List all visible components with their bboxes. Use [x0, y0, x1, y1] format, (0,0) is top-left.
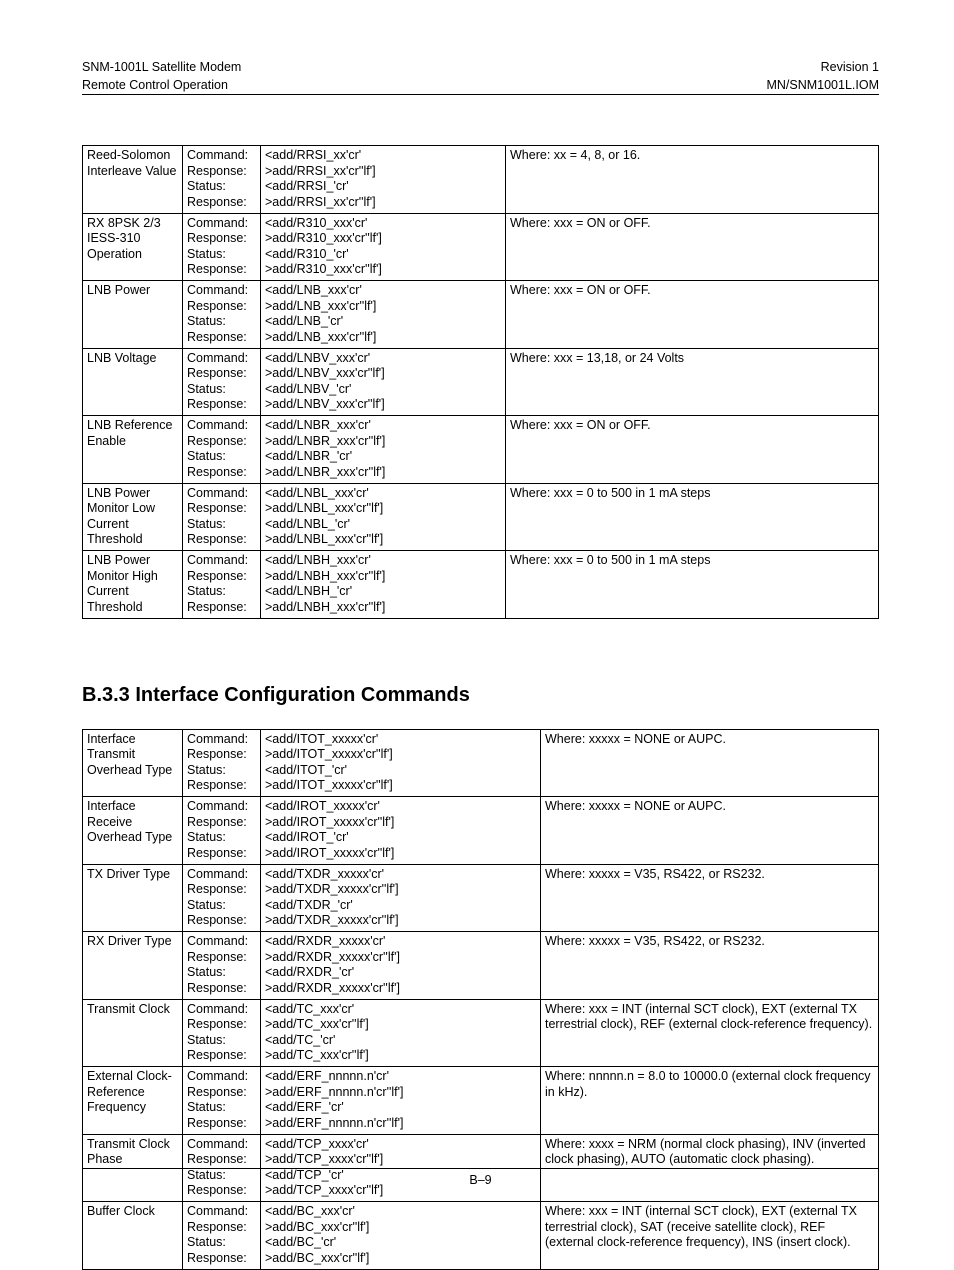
- syntax: <add/LNB_xxx'cr' >add/LNB_xxx'cr''lf'] <…: [261, 281, 506, 349]
- table-row: RX 8PSK 2/3 IESS-310 OperationCommand: R…: [83, 213, 879, 281]
- where-clause: Where: xxx = INT (internal SCT clock), E…: [541, 999, 879, 1067]
- syntax: <add/ERF_nnnnn.n'cr' >add/ERF_nnnnn.n'cr…: [261, 1067, 541, 1135]
- syntax: <add/R310_xxx'cr' >add/R310_xxx'cr''lf']…: [261, 213, 506, 281]
- table-row: LNB Reference EnableCommand: Response: S…: [83, 416, 879, 484]
- crsr-labels: Command: Response: Status: Response:: [183, 729, 261, 797]
- crsr-labels: Command: Response: Status: Response:: [183, 797, 261, 865]
- table-row: Interface Receive Overhead TypeCommand: …: [83, 797, 879, 865]
- crsr-labels: Command: Response: Status: Response:: [183, 551, 261, 619]
- header-right-2: MN/SNM1001L.IOM: [766, 78, 879, 92]
- syntax: <add/RXDR_xxxxx'cr' >add/RXDR_xxxxx'cr''…: [261, 932, 541, 1000]
- param-name: LNB Power Monitor Low Current Threshold: [83, 483, 183, 551]
- param-name: LNB Power: [83, 281, 183, 349]
- where-clause: Where: xxx = 0 to 500 in 1 mA steps: [506, 483, 879, 551]
- where-clause: Where: nnnnn.n = 8.0 to 10000.0 (externa…: [541, 1067, 879, 1135]
- param-name: Buffer Clock: [83, 1202, 183, 1270]
- table-row: Buffer ClockCommand: Response: Status: R…: [83, 1202, 879, 1270]
- table-row: LNB PowerCommand: Response: Status: Resp…: [83, 281, 879, 349]
- table-row: LNB Power Monitor High Current Threshold…: [83, 551, 879, 619]
- crsr-labels: Command: Response: Status: Response:: [183, 483, 261, 551]
- where-clause: Where: xxxxx = NONE or AUPC.: [541, 797, 879, 865]
- crsr-labels: Command: Response: Status: Response:: [183, 416, 261, 484]
- param-name: Reed-Solomon Interleave Value: [83, 146, 183, 214]
- where-clause: Where: xxx = ON or OFF.: [506, 416, 879, 484]
- where-clause: Where: xxx = INT (internal SCT clock), E…: [541, 1202, 879, 1270]
- crsr-labels: Command: Response: Status: Response:: [183, 281, 261, 349]
- syntax: <add/LNBL_xxx'cr' >add/LNBL_xxx'cr''lf']…: [261, 483, 506, 551]
- section-heading: B.3.3 Interface Configuration Commands: [82, 684, 879, 707]
- param-name: RX 8PSK 2/3 IESS-310 Operation: [83, 213, 183, 281]
- crsr-labels: Command: Response: Status: Response:: [183, 932, 261, 1000]
- where-clause: Where: xxxxx = V35, RS422, or RS232.: [541, 864, 879, 932]
- syntax: <add/LNBR_xxx'cr' >add/LNBR_xxx'cr''lf']…: [261, 416, 506, 484]
- crsr-labels: Command: Response: Status: Response:: [183, 146, 261, 214]
- param-name: RX Driver Type: [83, 932, 183, 1000]
- syntax: <add/LNBH_xxx'cr' >add/LNBH_xxx'cr''lf']…: [261, 551, 506, 619]
- table-row: RX Driver TypeCommand: Response: Status:…: [83, 932, 879, 1000]
- param-name: Interface Receive Overhead Type: [83, 797, 183, 865]
- where-clause: Where: xxxxx = V35, RS422, or RS232.: [541, 932, 879, 1000]
- param-name: TX Driver Type: [83, 864, 183, 932]
- header-left-1: SNM-1001L Satellite Modem: [82, 60, 241, 74]
- crsr-labels: Command: Response: Status: Response:: [183, 1067, 261, 1135]
- crsr-labels: Command: Response: Status: Response:: [183, 348, 261, 416]
- where-clause: Where: xxx = ON or OFF.: [506, 213, 879, 281]
- table-row: External Clock-Reference FrequencyComman…: [83, 1067, 879, 1135]
- param-name: LNB Voltage: [83, 348, 183, 416]
- where-clause: Where: xx = 4, 8, or 16.: [506, 146, 879, 214]
- table-row: Interface Transmit Overhead TypeCommand:…: [83, 729, 879, 797]
- syntax: <add/RRSI_xx'cr' >add/RRSI_xx'cr''lf'] <…: [261, 146, 506, 214]
- param-name: External Clock-Reference Frequency: [83, 1067, 183, 1135]
- crsr-labels: Command: Response: Status: Response:: [183, 864, 261, 932]
- crsr-labels: Command: Response: Status: Response:: [183, 213, 261, 281]
- syntax: <add/TC_xxx'cr' >add/TC_xxx'cr''lf'] <ad…: [261, 999, 541, 1067]
- where-clause: Where: xxx = 13,18, or 24 Volts: [506, 348, 879, 416]
- table-row: TX Driver TypeCommand: Response: Status:…: [83, 864, 879, 932]
- header-right-1: Revision 1: [821, 60, 879, 74]
- param-name: LNB Reference Enable: [83, 416, 183, 484]
- param-name: LNB Power Monitor High Current Threshold: [83, 551, 183, 619]
- param-name: Interface Transmit Overhead Type: [83, 729, 183, 797]
- where-clause: Where: xxx = 0 to 500 in 1 mA steps: [506, 551, 879, 619]
- syntax: <add/BC_xxx'cr' >add/BC_xxx'cr''lf'] <ad…: [261, 1202, 541, 1270]
- syntax: <add/TXDR_xxxxx'cr' >add/TXDR_xxxxx'cr''…: [261, 864, 541, 932]
- crsr-labels: Command: Response: Status: Response:: [183, 999, 261, 1067]
- table-row: LNB VoltageCommand: Response: Status: Re…: [83, 348, 879, 416]
- table-row: Transmit ClockCommand: Response: Status:…: [83, 999, 879, 1067]
- table-row: LNB Power Monitor Low Current ThresholdC…: [83, 483, 879, 551]
- param-name: Transmit Clock: [83, 999, 183, 1067]
- table-row: Reed-Solomon Interleave ValueCommand: Re…: [83, 146, 879, 214]
- syntax: <add/IROT_xxxxx'cr' >add/IROT_xxxxx'cr''…: [261, 797, 541, 865]
- header-left-2: Remote Control Operation: [82, 78, 228, 92]
- where-clause: Where: xxxxx = NONE or AUPC.: [541, 729, 879, 797]
- commands-table-2: Interface Transmit Overhead TypeCommand:…: [82, 729, 879, 1270]
- where-clause: Where: xxx = ON or OFF.: [506, 281, 879, 349]
- syntax: <add/LNBV_xxx'cr' >add/LNBV_xxx'cr''lf']…: [261, 348, 506, 416]
- syntax: <add/ITOT_xxxxx'cr' >add/ITOT_xxxxx'cr''…: [261, 729, 541, 797]
- crsr-labels: Command: Response: Status: Response:: [183, 1202, 261, 1270]
- page-footer: B–9: [82, 1168, 879, 1187]
- commands-table-1: Reed-Solomon Interleave ValueCommand: Re…: [82, 145, 879, 619]
